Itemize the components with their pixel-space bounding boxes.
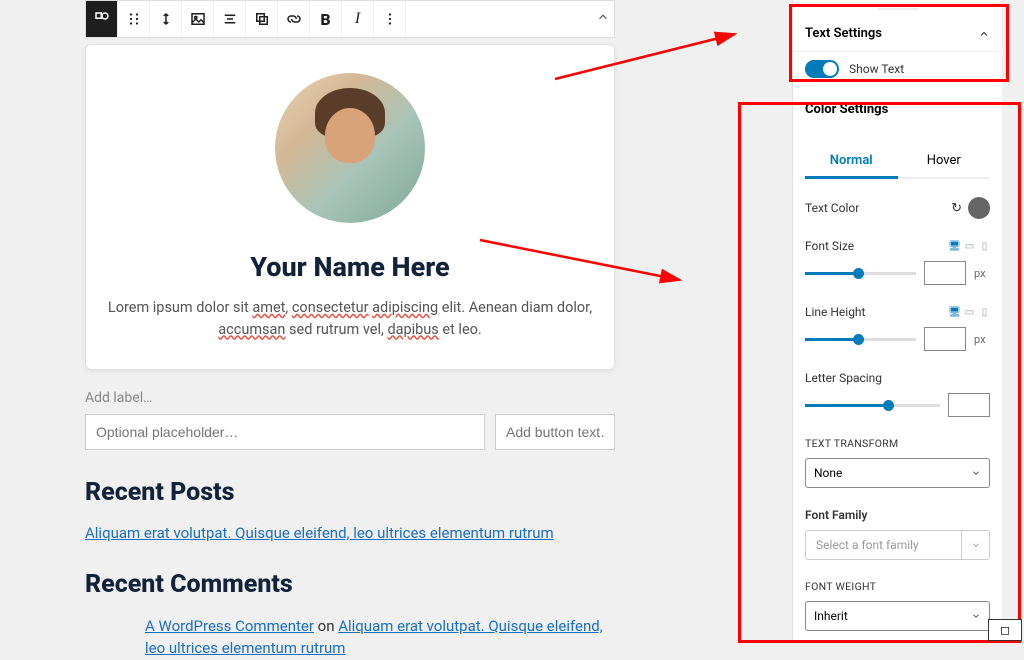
bio-word: accumsan [218,321,285,338]
button-text-input[interactable] [495,414,615,450]
settings-sidebar: Text Settings Show Text Color Settings N… [792,0,1002,643]
duplicate-button[interactable] [246,1,278,37]
bio-segment: Lorem ipsum dolor sit [108,299,252,316]
line-height-slider-thumb[interactable] [853,334,864,345]
bio-segment: elit. Aenean diam dolor, [438,299,592,316]
text-color-row: Text Color ↻ [805,197,990,219]
font-weight-row: FONT WEIGHT Inherit [805,580,990,631]
font-family-placeholder: Select a font family [805,530,962,560]
mobile-icon[interactable]: ▯ [979,307,990,318]
comment-line: A WordPress Commenter on Aliquam erat vo… [145,615,615,660]
show-text-toggle-row: Show Text [793,52,1002,92]
bio-word: dapibus [387,321,438,338]
line-height-row: Line Height 🖥 ▭ ▯ px [805,305,990,351]
bio-segment: et leo. [439,321,482,338]
line-height-slider[interactable] [805,338,916,341]
line-height-label: Line Height [805,305,865,319]
desktop-icon[interactable]: 🖥 [949,307,960,318]
move-button[interactable] [150,1,182,37]
line-height-value[interactable] [924,327,966,351]
bio-word: amet [252,299,285,316]
text-transform-label: TEXT TRANSFORM [805,437,990,450]
more-options-button[interactable] [374,1,406,37]
bio-segment: sed rutrum vel, [285,321,387,338]
font-family-row: Font Family Select a font family [805,508,990,560]
letter-spacing-slider-thumb[interactable] [883,400,894,411]
show-text-toggle[interactable] [805,60,839,78]
align-button[interactable] [214,1,246,37]
font-family-chevron[interactable] [962,530,990,560]
font-size-row: Font Size 🖥 ▭ ▯ px [805,239,990,285]
color-settings-panel-header[interactable]: Color Settings [793,92,1002,127]
mobile-icon[interactable]: ▯ [979,241,990,252]
font-size-unit: px [974,267,990,280]
text-settings-panel-header[interactable]: Text Settings [793,16,1002,52]
chevron-up-icon [978,28,990,40]
font-size-slider[interactable] [805,272,916,275]
font-weight-label: FONT WEIGHT [805,580,990,593]
text-transform-row: TEXT TRANSFORM None [805,437,990,488]
font-size-value[interactable] [924,261,966,285]
recent-comments-heading: Recent Comments [85,570,615,599]
bio-text[interactable]: Lorem ipsum dolor sit amet, consectetur … [104,297,596,341]
show-text-label: Show Text [849,62,904,76]
comment-on-text: on [314,617,338,635]
add-label-text[interactable]: Add label… [85,390,615,406]
letter-spacing-label: Letter Spacing [805,371,882,385]
avatar-image[interactable] [275,73,425,223]
font-family-label: Font Family [805,508,990,522]
font-size-slider-thumb[interactable] [853,268,864,279]
tab-hover[interactable]: Hover [898,145,991,179]
tablet-icon[interactable]: ▭ [964,241,975,252]
sidebar-scrollbar[interactable] [792,105,793,405]
letter-spacing-slider[interactable] [805,404,940,407]
chevron-down-icon [971,468,981,478]
link-button[interactable] [278,1,310,37]
italic-button[interactable]: I [342,1,374,37]
block-toolbar: B I [85,0,615,38]
input-row [85,414,615,450]
block-type-button[interactable] [86,1,118,37]
font-weight-value: Inherit [814,609,848,623]
sidebar-grabber [878,8,918,16]
bold-button[interactable]: B [310,1,342,37]
text-color-label: Text Color [805,201,859,215]
device-icons: 🖥 ▭ ▯ [949,307,990,318]
text-transform-select[interactable]: None [805,458,990,488]
profile-block[interactable]: Your Name Here Lorem ipsum dolor sit ame… [85,44,615,370]
tablet-icon[interactable]: ▭ [964,307,975,318]
tab-normal[interactable]: Normal [805,145,898,179]
resize-handle[interactable]: ◻ [988,619,1022,641]
bio-word: adipiscing [372,299,438,316]
name-heading[interactable]: Your Name Here [104,251,596,283]
font-weight-select[interactable]: Inherit [805,601,990,631]
collapse-toolbar-icon[interactable] [596,9,610,28]
font-family-select[interactable]: Select a font family [805,530,990,560]
placeholder-input[interactable] [85,414,485,450]
chevron-down-icon [971,540,981,550]
image-button[interactable] [182,1,214,37]
color-settings-title: Color Settings [805,102,888,117]
desktop-icon[interactable]: 🖥 [949,241,960,252]
recent-post-link[interactable]: Aliquam erat volutpat. Quisque eleifend,… [85,524,554,542]
recent-posts-heading: Recent Posts [85,478,615,507]
commenter-link[interactable]: A WordPress Commenter [145,617,314,635]
text-color-swatch[interactable] [968,197,990,219]
bio-word: consectetur [292,299,369,316]
text-transform-value: None [814,466,842,480]
reset-color-icon[interactable]: ↻ [951,201,962,216]
color-settings-body: Normal Hover Text Color ↻ Font Size 🖥 ▭ … [793,127,1002,643]
device-icons: 🖥 ▭ ▯ [949,241,990,252]
text-settings-title: Text Settings [805,26,882,41]
color-tabs: Normal Hover [805,145,990,179]
letter-spacing-row: Letter Spacing [805,371,990,417]
editor-main: B I Your Name Here Lorem ipsum dolor sit… [85,0,615,643]
line-height-unit: px [974,333,990,346]
letter-spacing-value[interactable] [948,393,990,417]
font-size-label: Font Size [805,239,854,253]
chevron-down-icon [971,611,981,621]
drag-handle-button[interactable] [118,1,150,37]
